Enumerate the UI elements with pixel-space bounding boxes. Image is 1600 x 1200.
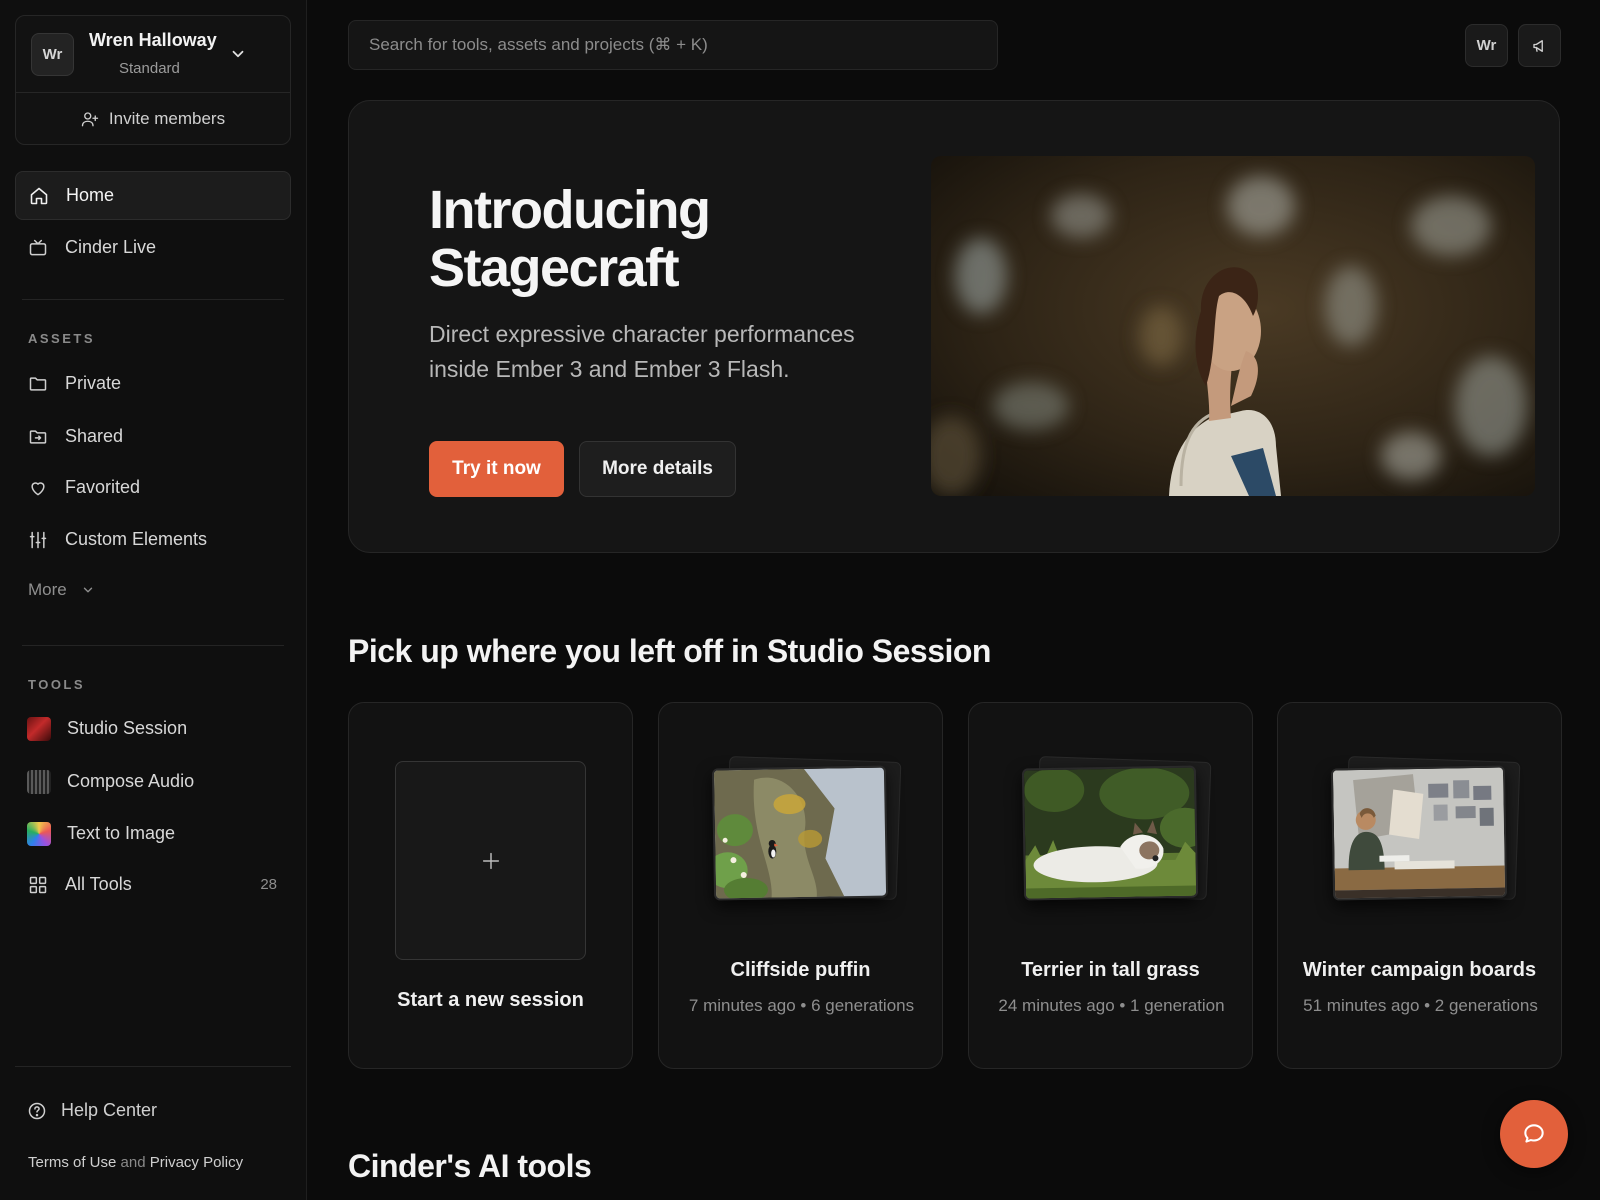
grid-icon <box>27 874 49 896</box>
chevron-down-icon <box>81 583 95 597</box>
sidebar-item-compose-audio[interactable]: Compose Audio <box>15 757 291 806</box>
try-it-now-button[interactable]: Try it now <box>429 441 564 497</box>
sidebar-divider <box>22 299 284 300</box>
session-title: Terrier in tall grass <box>1021 959 1200 981</box>
invite-members-button[interactable]: Invite members <box>16 94 290 144</box>
new-session-label: Start a new session <box>397 989 584 1011</box>
megaphone-icon <box>1531 37 1549 55</box>
account-card: Wr Wren Halloway Standard Invite members <box>15 15 291 145</box>
sidebar-item-cinder-live[interactable]: Cinder Live <box>15 223 291 272</box>
legal-links: Terms of Use and Privacy Policy <box>28 1154 243 1171</box>
sidebar-item-label: All Tools <box>65 874 132 894</box>
sidebar-item-all-tools[interactable]: All Tools 28 <box>15 860 291 909</box>
help-circle-icon <box>27 1101 47 1121</box>
heart-icon <box>27 477 49 499</box>
session-title: Cliffside puffin <box>730 959 871 981</box>
sidebar-item-studio-session[interactable]: Studio Session <box>15 704 291 753</box>
avatar: Wr <box>31 33 74 76</box>
sidebar-item-label: Compose Audio <box>67 771 195 791</box>
sidebar-item-shared[interactable]: Shared <box>15 412 291 461</box>
session-thumbnail <box>1330 765 1508 901</box>
sidebar-item-label: Home <box>66 185 115 205</box>
folder-icon <box>27 373 49 395</box>
user-plus-icon <box>81 110 99 128</box>
more-label: More <box>28 580 67 599</box>
compose-audio-thumbnail <box>27 769 51 794</box>
sidebar-item-private[interactable]: Private <box>15 359 291 408</box>
sessions-section-title: Pick up where you left off in Studio Ses… <box>348 633 991 669</box>
user-avatar-button[interactable]: Wr <box>1465 24 1508 67</box>
search-placeholder: Search for tools, assets and projects (⌘… <box>369 35 708 54</box>
chat-button[interactable] <box>1500 1100 1568 1168</box>
sidebar-item-label: Studio Session <box>67 718 188 738</box>
hero-image <box>931 156 1535 496</box>
sidebar-item-custom-elements[interactable]: Custom Elements <box>15 515 291 564</box>
more-details-button[interactable]: More details <box>579 441 736 497</box>
session-title: Winter campaign boards <box>1302 959 1537 981</box>
sidebar-divider <box>22 645 284 646</box>
more-toggle[interactable]: More <box>28 580 95 600</box>
sidebar-item-label: Private <box>65 373 122 393</box>
search-input[interactable]: Search for tools, assets and projects (⌘… <box>348 20 998 70</box>
ai-tools-section-title: Cinder's AI tools <box>348 1148 592 1184</box>
sidebar-divider <box>15 1066 291 1067</box>
sidebar-item-label: Cinder Live <box>65 237 157 257</box>
hero-title: Introducing Stagecraft <box>429 180 711 298</box>
account-plan: Standard <box>119 60 180 77</box>
session-card[interactable]: Cliffside puffin 7 minutes ago • 6 gener… <box>658 702 943 1069</box>
sidebar-item-label: Shared <box>65 426 124 446</box>
legal-and: and <box>120 1154 146 1171</box>
invite-members-label: Invite members <box>108 109 226 128</box>
all-tools-count: 28 <box>260 876 277 893</box>
chevron-down-icon[interactable] <box>229 45 247 63</box>
chat-bubble-icon <box>1521 1121 1547 1147</box>
hero-subtitle: Direct expressive character performances… <box>429 321 855 382</box>
assets-section-label: ASSETS <box>28 331 96 346</box>
help-center-link[interactable]: Help Center <box>27 1100 157 1121</box>
sidebar-item-favorited[interactable]: Favorited <box>15 463 291 512</box>
sidebar-item-label: Text to Image <box>67 823 176 843</box>
session-thumbnail <box>711 765 889 901</box>
sidebar-item-text-to-image[interactable]: Text to Image <box>15 809 291 858</box>
sidebar: Wr Wren Halloway Standard Invite members… <box>0 0 307 1200</box>
privacy-link[interactable]: Privacy Policy <box>150 1154 243 1171</box>
terms-link[interactable]: Terms of Use <box>28 1154 116 1171</box>
tv-icon <box>27 237 49 259</box>
hero-banner: Introducing Stagecraft Direct expressive… <box>348 100 1560 553</box>
shared-folder-icon <box>27 426 49 448</box>
text-to-image-thumbnail <box>27 821 51 846</box>
help-center-label: Help Center <box>61 1100 158 1120</box>
start-new-session-card[interactable]: Start a new session <box>348 702 633 1069</box>
session-card[interactable]: Terrier in tall grass 24 minutes ago • 1… <box>968 702 1253 1069</box>
sliders-icon <box>27 529 49 551</box>
sidebar-item-label: Custom Elements <box>65 529 208 549</box>
account-switcher[interactable]: Wr Wren Halloway Standard <box>16 16 290 93</box>
session-meta: 51 minutes ago • 2 generations <box>1303 996 1538 1015</box>
account-name: Wren Halloway <box>89 30 217 50</box>
session-thumbnail <box>1021 765 1199 901</box>
session-meta: 24 minutes ago • 1 generation <box>998 996 1225 1015</box>
plus-icon <box>480 850 502 872</box>
tools-section-label: TOOLS <box>28 677 86 692</box>
home-icon <box>28 185 50 207</box>
studio-session-thumbnail <box>27 716 51 741</box>
session-meta: 7 minutes ago • 6 generations <box>688 996 915 1015</box>
announcements-button[interactable] <box>1518 24 1561 67</box>
new-session-tile <box>395 761 586 960</box>
session-card[interactable]: Winter campaign boards 51 minutes ago • … <box>1277 702 1562 1069</box>
sidebar-item-home[interactable]: Home <box>15 171 291 220</box>
sidebar-item-label: Favorited <box>65 477 141 497</box>
